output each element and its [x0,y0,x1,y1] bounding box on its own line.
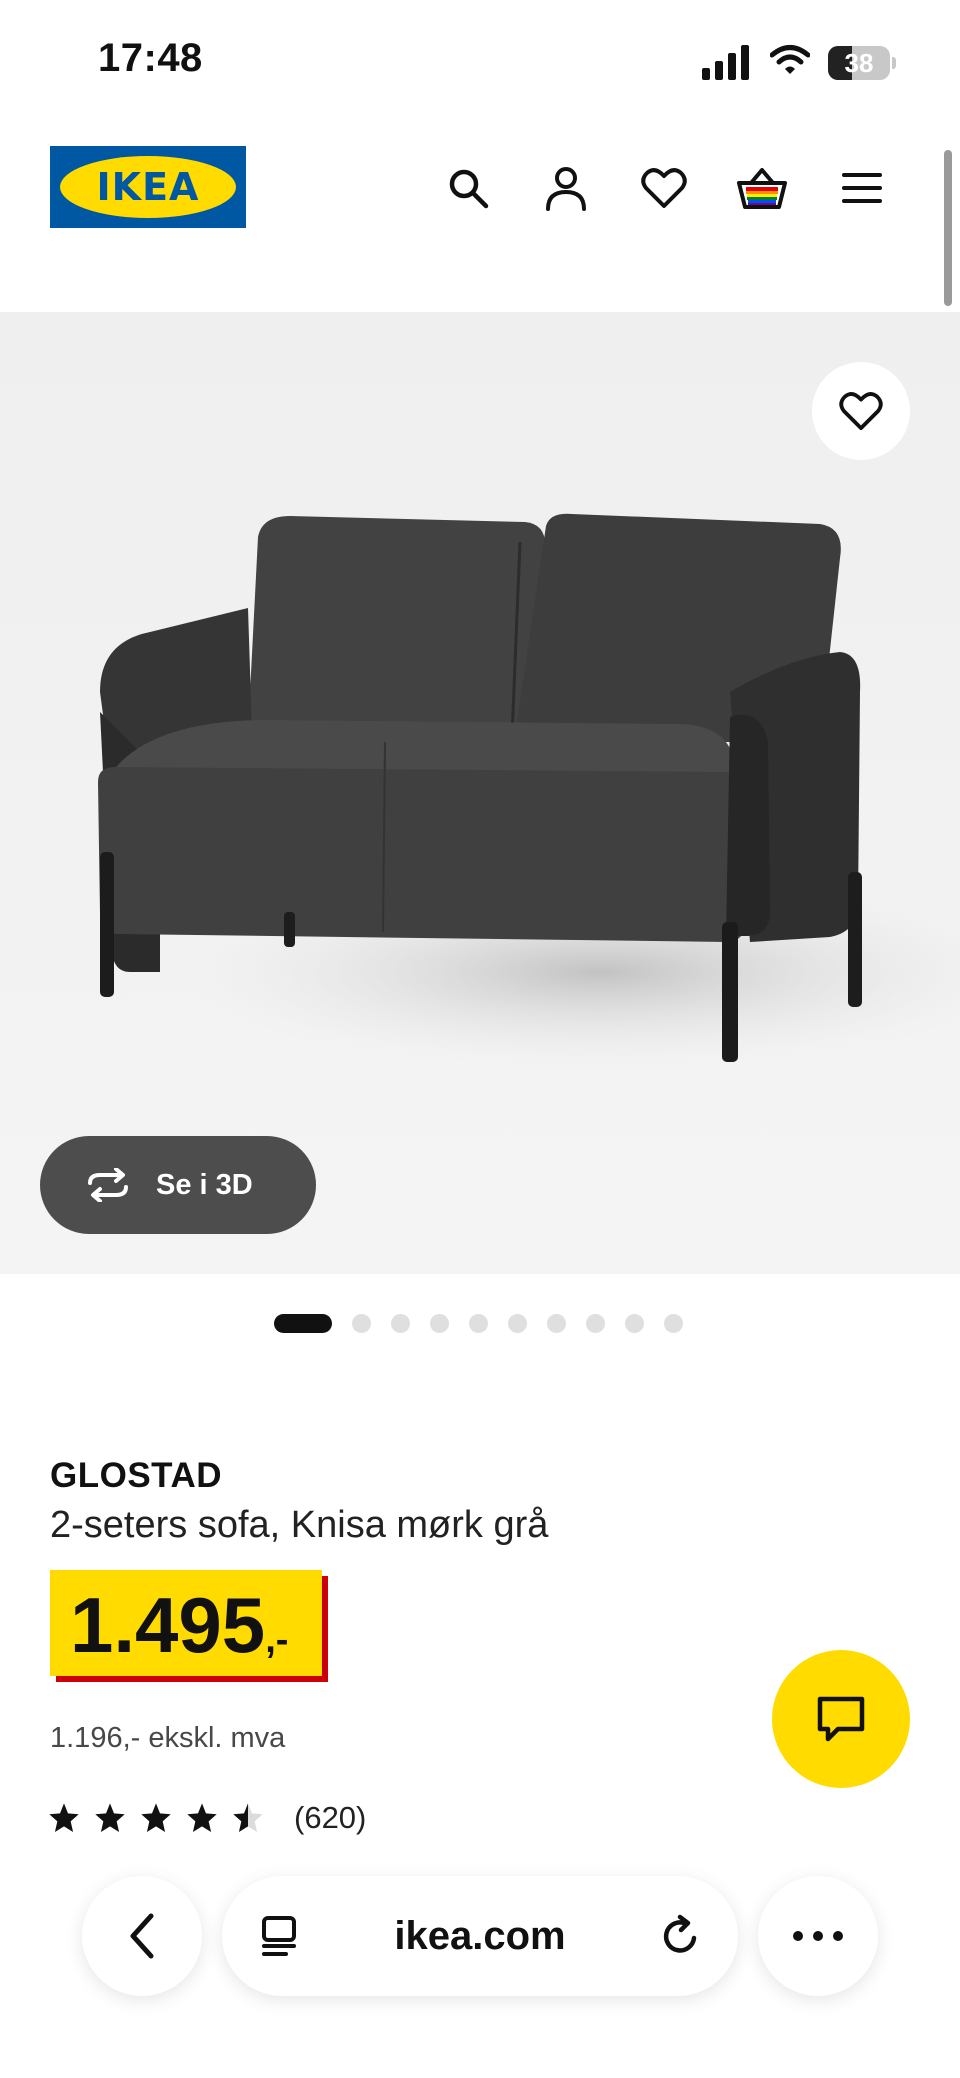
logo-text: IKEA [60,156,236,218]
price-excl-vat: 1.196,- ekskl. mva [50,1722,286,1754]
tabs-icon [262,1916,296,1956]
menu-button[interactable] [834,160,890,216]
browser-more-button[interactable] [758,1876,878,1996]
search-button[interactable] [440,160,496,216]
battery-icon: 38 [828,46,896,80]
basket-icon [737,168,787,209]
favourites-button[interactable] [636,160,692,216]
rotate-3d-icon [88,1168,128,1202]
product-description: 2-seters sofa, Knisa mørk grå [50,1504,549,1546]
status-time: 17:48 [98,36,203,80]
chat-icon [817,1696,865,1742]
product-name: GLOSTAD [50,1456,223,1495]
menu-icon [842,173,882,203]
ikea-logo[interactable]: IKEA [50,146,246,228]
sofa-illustration [0,312,960,1274]
price-suffix: ,- [265,1619,289,1661]
carousel-dot[interactable] [469,1313,488,1333]
product-image[interactable] [0,312,960,1274]
carousel-dot[interactable] [391,1313,410,1333]
battery-level: 38 [844,48,874,78]
view-in-3d-label: Se i 3D [156,1168,253,1201]
star-full-icon [49,1803,79,1832]
star-full-icon [187,1803,217,1832]
user-icon [546,167,586,211]
product-rating[interactable]: (620) [48,1796,366,1840]
star-half-icon [233,1803,263,1832]
view-in-3d-button[interactable]: Se i 3D [40,1136,316,1234]
carousel-dot[interactable] [625,1313,644,1333]
add-to-favourites-button[interactable] [812,362,910,460]
heart-icon [839,392,883,431]
url-text: ikea.com [394,1913,566,1958]
page-scrollbar[interactable] [944,150,952,306]
carousel-dot[interactable] [508,1313,527,1333]
more-icon [793,1931,843,1941]
star-full-icon [141,1803,171,1832]
carousel-dot[interactable] [274,1313,332,1333]
review-count: (620) [294,1800,367,1835]
browser-address-bar[interactable]: ikea.com [222,1876,738,1996]
star-full-icon [95,1803,125,1832]
image-carousel-dots[interactable] [274,1313,683,1333]
chat-button[interactable] [772,1650,910,1788]
signal-icon [702,45,749,80]
basket-button[interactable] [734,160,790,216]
search-icon [449,169,489,209]
back-icon [130,1913,154,1959]
carousel-dot[interactable] [586,1313,605,1333]
heart-icon [641,168,687,208]
carousel-dot[interactable] [430,1313,449,1333]
reload-icon [663,1914,697,1953]
price-tag: 1.495 ,- [50,1570,328,1682]
price-value: 1.495 [70,1581,266,1669]
carousel-dot[interactable] [664,1313,683,1333]
carousel-dot[interactable] [547,1313,566,1333]
account-button[interactable] [538,160,594,216]
browser-back-button[interactable] [82,1876,202,1996]
wifi-icon [770,45,810,74]
carousel-dot[interactable] [352,1313,371,1333]
